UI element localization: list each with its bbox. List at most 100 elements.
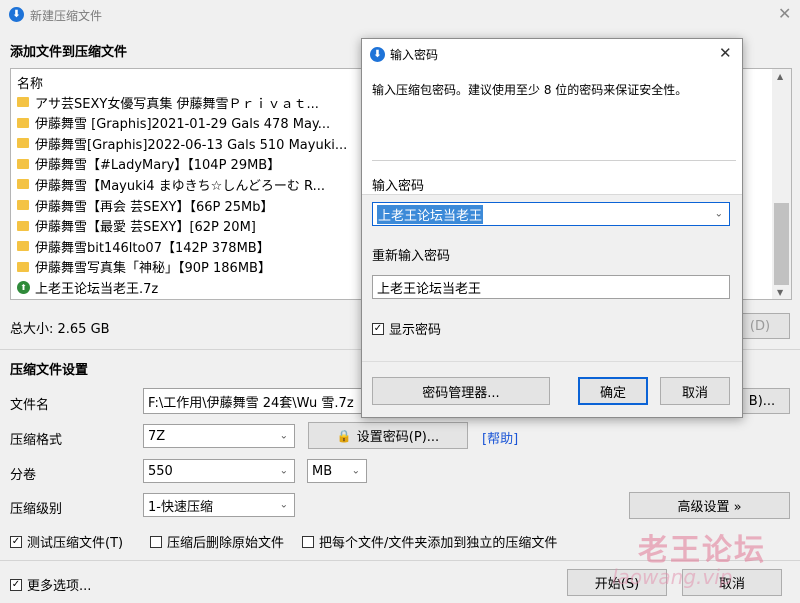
separate-archive-checkbox[interactable]: 把每个文件/文件夹添加到独立的压缩文件 bbox=[302, 532, 557, 551]
list-item-label: 伊藤舞雪【Mayuki4 まゆきち☆しんどろーむ R... bbox=[35, 178, 326, 194]
folder-icon bbox=[17, 117, 29, 128]
ok-button-label: 确定 bbox=[599, 385, 626, 401]
list-item-label: 伊藤舞雪【最愛 芸SEXY】[62P 20M] bbox=[35, 220, 256, 236]
format-label: 压缩格式 bbox=[10, 433, 63, 448]
volume-label: 分卷 bbox=[10, 468, 37, 483]
watermark-logo-text: 老王论坛 bbox=[638, 533, 766, 568]
volume-input[interactable]: 550 ⌄ bbox=[143, 459, 295, 483]
folder-icon bbox=[17, 97, 29, 107]
list-item-label: 伊藤舞雪[Graphis]2022-06-13 Gals 510 Mayuki.… bbox=[35, 137, 348, 153]
browse-button-label: B)... bbox=[748, 393, 776, 409]
help-link[interactable]: [帮助] bbox=[482, 428, 518, 447]
advanced-settings-label: 高级设置 » bbox=[677, 500, 742, 515]
volume-unit-select[interactable]: MB ⌄ bbox=[307, 459, 367, 483]
chevron-down-icon: ⌄ bbox=[279, 430, 288, 442]
checkbox-checked-icon[interactable]: ✓ bbox=[10, 578, 22, 591]
list-item[interactable]: 伊藤舞雪【#LadyMary】【104P 29MB】 bbox=[17, 154, 280, 174]
delete-after-label: 压缩后删除原始文件 bbox=[167, 536, 285, 551]
checkbox-unchecked-icon[interactable] bbox=[302, 535, 314, 548]
checkbox-checked-icon[interactable]: ✓ bbox=[10, 535, 22, 548]
volume-unit-value: MB bbox=[312, 463, 333, 479]
close-icon[interactable]: ✕ bbox=[778, 4, 791, 23]
list-item[interactable]: 伊藤舞雪[Graphis]2022-06-13 Gals 510 Mayuki.… bbox=[17, 133, 347, 153]
separate-archive-label: 把每个文件/文件夹添加到独立的压缩文件 bbox=[319, 536, 558, 551]
lock-icon: 🔒 bbox=[336, 428, 352, 443]
password-dialog: ⬇ 输入密码 ✕ 输入压缩包密码。建议使用至少 8 位的密码来保证安全性。 输入… bbox=[361, 38, 743, 418]
dialog-cancel-label: 取消 bbox=[681, 385, 708, 401]
list-item[interactable]: 伊藤舞雪写真集「神秘」【90P 186MB】 bbox=[17, 257, 271, 277]
checkbox-checked-icon[interactable]: ✓ bbox=[372, 322, 384, 335]
format-value: 7Z bbox=[148, 428, 166, 444]
filename-label: 文件名 bbox=[10, 398, 50, 413]
reenter-password-input[interactable]: 上老王论坛当老王 bbox=[372, 275, 730, 299]
main-window: ⬇ 新建压缩文件 ✕ 添加文件到压缩文件 名称 アサ芸SEXY女優写真集 伊藤舞… bbox=[0, 0, 800, 603]
password-label: 输入密码 bbox=[372, 179, 425, 194]
level-value: 1-快速压缩 bbox=[148, 499, 213, 515]
folder-icon bbox=[17, 220, 29, 231]
close-icon[interactable]: ✕ bbox=[719, 44, 732, 62]
settings-heading: 压缩文件设置 bbox=[10, 363, 89, 378]
add-files-heading: 添加文件到压缩文件 bbox=[10, 45, 128, 60]
ok-button[interactable]: 确定 bbox=[578, 377, 648, 405]
list-item[interactable]: アサ芸SEXY女優写真集 伊藤舞雪Ｐｒｉｖａｔ... bbox=[17, 92, 319, 112]
dialog-title: 输入密码 bbox=[390, 48, 439, 62]
list-item-label: 上老王论坛当老王.7z bbox=[35, 281, 159, 297]
list-item[interactable]: 伊藤舞雪 [Graphis]2021-01-29 Gals 478 May... bbox=[17, 113, 330, 133]
app-logo-icon: ⬇ bbox=[370, 47, 385, 62]
password-manager-label: 密码管理器... bbox=[422, 385, 500, 401]
delete-after-checkbox[interactable]: 压缩后删除原始文件 bbox=[150, 532, 284, 551]
delete-button-label: (D) bbox=[749, 318, 771, 334]
dialog-cancel-button[interactable]: 取消 bbox=[660, 377, 730, 405]
folder-icon bbox=[17, 261, 29, 272]
list-item[interactable]: 伊藤舞雪bit146lto07【142P 378MB】 bbox=[17, 236, 270, 256]
password-value: 上老王论坛当老王 bbox=[377, 204, 484, 224]
column-header-name[interactable]: 名称 bbox=[17, 73, 43, 92]
folder-icon bbox=[17, 241, 29, 252]
password-input[interactable]: 上老王论坛当老王 ⌄ bbox=[372, 202, 730, 226]
list-item[interactable]: 伊藤舞雪【最愛 芸SEXY】[62P 20M] bbox=[17, 216, 256, 236]
list-item[interactable]: 伊藤舞雪【Mayuki4 まゆきち☆しんどろーむ R... bbox=[17, 174, 325, 194]
watermark-url-text: laowang.vip bbox=[612, 565, 733, 589]
list-item-label: 伊藤舞雪【再会 芸SEXY】【66P 25Mb】 bbox=[35, 199, 274, 215]
filename-input[interactable]: F:\工作用\伊藤舞雪 24套\Wu 雪.7z bbox=[143, 388, 363, 414]
set-password-label: 设置密码(P)... bbox=[356, 430, 440, 445]
list-item-label: 伊藤舞雪bit146lto07【142P 378MB】 bbox=[35, 240, 270, 256]
chevron-down-icon: ⌄ bbox=[351, 465, 360, 477]
list-item-label: 伊藤舞雪写真集「神秘」【90P 186MB】 bbox=[35, 261, 271, 277]
dialog-title-bar: ⬇ 输入密码 ✕ bbox=[362, 39, 742, 69]
folder-icon bbox=[17, 138, 29, 149]
archive-icon: ⬆ bbox=[17, 280, 30, 294]
dialog-instruction: 输入压缩包密码。建议使用至少 8 位的密码来保证安全性。 bbox=[372, 83, 688, 97]
scrollbar-thumb[interactable] bbox=[774, 203, 789, 285]
scroll-up-icon[interactable]: ▲ bbox=[777, 72, 783, 81]
set-password-button[interactable]: 🔒 设置密码(P)... bbox=[308, 422, 468, 449]
scroll-down-icon[interactable]: ▼ bbox=[777, 288, 783, 297]
list-item[interactable]: ⬆ 上老王论坛当老王.7z bbox=[17, 277, 158, 297]
more-options-checkbox[interactable]: ✓ 更多选项... bbox=[10, 575, 91, 594]
list-item-label: 伊藤舞雪 [Graphis]2021-01-29 Gals 478 May... bbox=[35, 117, 331, 133]
app-logo-icon: ⬇ bbox=[9, 7, 24, 22]
checkbox-unchecked-icon[interactable] bbox=[150, 535, 162, 548]
level-label: 压缩级别 bbox=[10, 502, 63, 517]
format-select[interactable]: 7Z ⌄ bbox=[143, 424, 295, 448]
dialog-footer-divider bbox=[362, 361, 742, 362]
more-options-label: 更多选项... bbox=[27, 579, 92, 594]
advanced-settings-button[interactable]: 高级设置 » bbox=[629, 492, 790, 519]
level-select[interactable]: 1-快速压缩 ⌄ bbox=[143, 493, 295, 517]
list-item-label: アサ芸SEXY女優写真集 伊藤舞雪Ｐｒｉｖａｔ... bbox=[35, 96, 319, 112]
test-checkbox-label: 测试压缩文件(T) bbox=[27, 536, 124, 551]
volume-value: 550 bbox=[148, 463, 173, 479]
test-checkbox[interactable]: ✓ 测试压缩文件(T) bbox=[10, 532, 123, 551]
list-item[interactable]: 伊藤舞雪【再会 芸SEXY】【66P 25Mb】 bbox=[17, 195, 273, 215]
show-password-label: 显示密码 bbox=[389, 323, 442, 338]
folder-icon bbox=[17, 200, 29, 210]
title-bar: ⬇ 新建压缩文件 ✕ bbox=[0, 0, 800, 30]
show-password-checkbox[interactable]: ✓ 显示密码 bbox=[372, 319, 441, 338]
dialog-divider bbox=[372, 160, 736, 161]
chevron-down-icon: ⌄ bbox=[279, 499, 288, 511]
password-manager-button[interactable]: 密码管理器... bbox=[372, 377, 550, 405]
chevron-down-icon: ⌄ bbox=[714, 208, 723, 220]
list-item-label: 伊藤舞雪【#LadyMary】【104P 29MB】 bbox=[35, 158, 281, 174]
reenter-label: 重新输入密码 bbox=[372, 249, 451, 264]
total-size: 总大小: 2.65 GB bbox=[10, 322, 110, 337]
